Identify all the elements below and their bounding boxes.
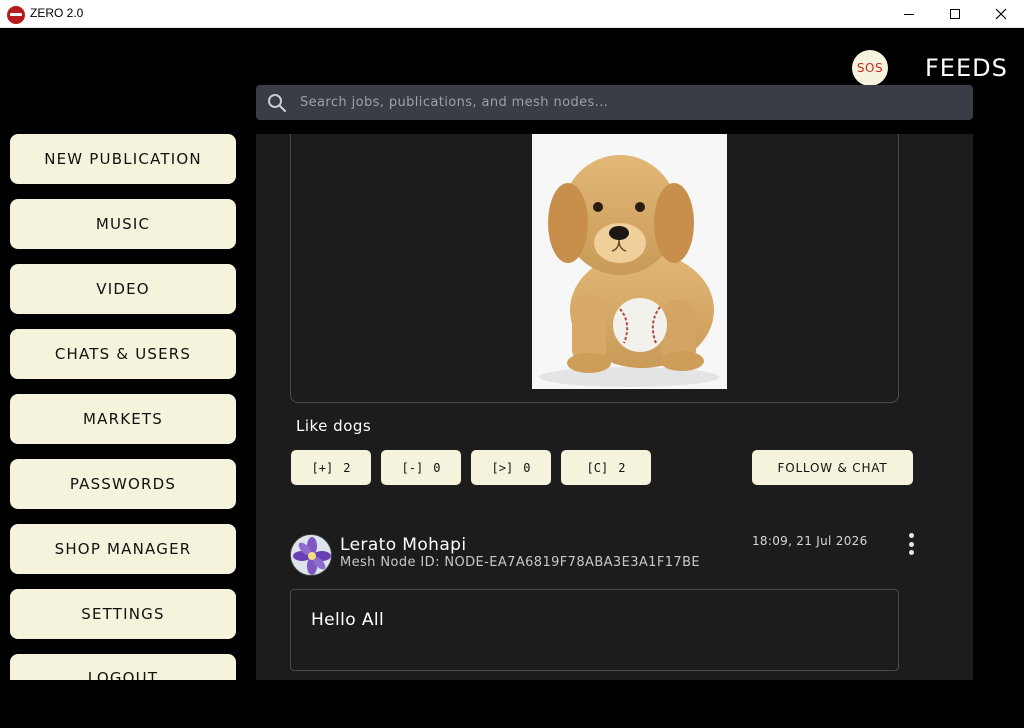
upvote-button[interactable]: [+] 2 (291, 450, 371, 485)
post-timestamp: 18:09, 21 Jul 2026 (752, 534, 868, 548)
shop-manager-button[interactable]: SHOP MANAGER (10, 524, 236, 574)
minimize-button[interactable] (886, 0, 932, 28)
mesh-node-id: Mesh Node ID: NODE-EA7A6819F78ABA3E3A1F1… (340, 555, 700, 570)
share-symbol: [>] (491, 460, 514, 475)
avatar[interactable] (290, 534, 332, 576)
minimize-icon (904, 14, 914, 15)
publication-image-card (290, 134, 899, 403)
sidebar: NEW PUBLICATION MUSIC VIDEO CHATS & USER… (0, 134, 256, 680)
comment-symbol: [C] (586, 460, 609, 475)
settings-button[interactable]: SETTINGS (10, 589, 236, 639)
window-title: ZERO 2.0 (30, 6, 84, 20)
maximize-icon (950, 9, 960, 19)
follow-chat-button[interactable]: FOLLOW & CHAT (752, 450, 913, 485)
comment-button[interactable]: [C] 2 (561, 450, 651, 485)
upvote-count: 2 (343, 460, 351, 475)
post-text: Hello All (311, 610, 385, 630)
maximize-button[interactable] (932, 0, 978, 28)
search-bar[interactable] (256, 85, 973, 120)
search-input[interactable] (300, 85, 960, 120)
upvote-symbol: [+] (311, 460, 334, 475)
post-text-card: Hello All (290, 589, 899, 671)
sos-label: SOS (856, 61, 884, 75)
app-logo-icon (7, 6, 25, 24)
new-publication-button[interactable]: NEW PUBLICATION (10, 134, 236, 184)
downvote-button[interactable]: [-] 0 (381, 450, 461, 485)
share-button[interactable]: [>] 0 (471, 450, 551, 485)
purple-flower-icon (291, 535, 331, 575)
close-icon (995, 8, 1007, 20)
search-icon (268, 94, 287, 113)
passwords-button[interactable]: PASSWORDS (10, 459, 236, 509)
feed-panel: Like dogs [+] 2 [-] 0 [>] 0 [C] 2 FOLLOW & C… (256, 134, 973, 680)
window-title-bar: ZERO 2.0 (0, 0, 1024, 28)
more-options-icon[interactable] (904, 530, 918, 558)
music-button[interactable]: MUSIC (10, 199, 236, 249)
close-button[interactable] (978, 0, 1024, 28)
page-title: FEEDS (925, 54, 1008, 82)
comment-count: 2 (618, 460, 626, 475)
video-button[interactable]: VIDEO (10, 264, 236, 314)
downvote-symbol: [-] (401, 460, 424, 475)
puppy-image-icon (532, 134, 727, 389)
logout-button[interactable]: LOGOUT (10, 654, 236, 680)
sos-button[interactable]: SOS (852, 50, 888, 86)
downvote-count: 0 (433, 460, 441, 475)
markets-button[interactable]: MARKETS (10, 394, 236, 444)
post-caption: Like dogs (296, 417, 372, 435)
post-image[interactable] (532, 134, 727, 389)
author-name[interactable]: Lerato Mohapi (340, 535, 466, 555)
chats-users-button[interactable]: CHATS & USERS (10, 329, 236, 379)
share-count: 0 (523, 460, 531, 475)
